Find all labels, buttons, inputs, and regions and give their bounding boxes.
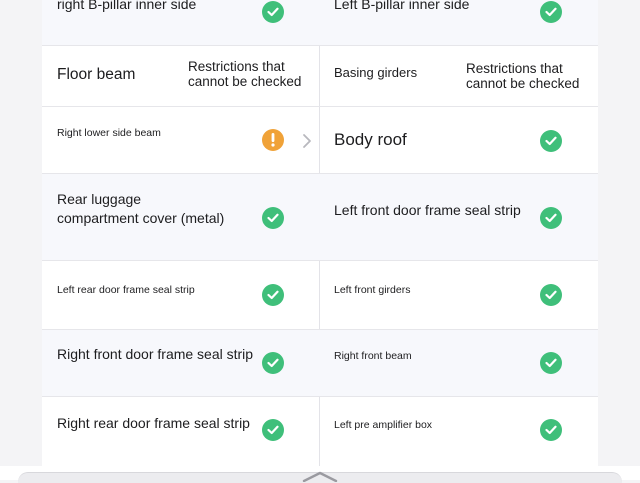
check-circle-icon	[540, 352, 562, 374]
result-item-right-lower-side-beam[interactable]: Right lower side beam	[42, 107, 319, 173]
exclamation-circle-icon	[262, 129, 284, 151]
result-row: Left rear door frame seal strip Left fro…	[42, 261, 598, 330]
collapse-handle-icon[interactable]	[300, 470, 340, 482]
item-label-line-1: Rear luggage	[57, 191, 142, 207]
result-item-floor-beam[interactable]: Floor beam Restrictions that cannot be c…	[42, 46, 319, 106]
result-item-basing-girders[interactable]: Basing girders Restrictions that cannot …	[320, 46, 598, 106]
result-item-right-rear-door-seal[interactable]: Right rear door frame seal strip	[42, 397, 319, 466]
result-item-left-rear-door-seal[interactable]: Left rear door frame seal strip	[42, 261, 319, 329]
check-circle-icon	[540, 284, 562, 306]
item-label: Right front door frame seal strip	[57, 346, 254, 362]
check-circle-icon	[262, 284, 284, 306]
item-label: Left pre amplifier box	[334, 419, 433, 431]
check-circle-icon	[262, 352, 284, 374]
inspection-results-sheet: right B-pillar inner side Left B-pillar …	[42, 0, 598, 480]
item-label: Basing girders	[334, 65, 418, 80]
result-item-body-roof[interactable]: Body roof	[320, 107, 598, 173]
result-row: right B-pillar inner side Left B-pillar …	[42, 0, 598, 46]
result-row: Right lower side beam Body roof	[42, 107, 598, 174]
check-circle-icon	[262, 1, 284, 23]
result-row: Right front door frame seal strip Right …	[42, 330, 598, 397]
result-item-left-b-pillar[interactable]: Left B-pillar inner side	[320, 0, 598, 45]
check-circle-icon	[262, 207, 284, 229]
check-circle-icon	[540, 130, 562, 152]
result-item-left-front-door-seal[interactable]: Left front door frame seal strip	[320, 174, 598, 260]
item-label: Right lower side beam	[57, 127, 161, 139]
result-row: Rear luggage compartment cover (metal) L…	[42, 174, 598, 261]
item-label: Left B-pillar inner side	[334, 0, 470, 12]
item-label: right B-pillar inner side	[57, 0, 197, 12]
item-label: Right rear door frame seal strip	[57, 415, 250, 431]
result-item-left-pre-amplifier-box[interactable]: Left pre amplifier box	[320, 397, 598, 466]
item-label: Left front door frame seal strip	[334, 202, 521, 218]
result-row: Floor beam Restrictions that cannot be c…	[42, 46, 598, 107]
restriction-note: Restrictions that cannot be checked	[188, 59, 302, 89]
item-label: Floor beam	[57, 66, 136, 83]
result-item-left-front-girders[interactable]: Left front girders	[320, 261, 598, 329]
item-label: Left rear door frame seal strip	[57, 284, 195, 296]
check-circle-icon	[540, 1, 562, 23]
chevron-right-icon[interactable]	[301, 133, 313, 149]
item-label-line-2: compartment cover (metal)	[57, 210, 225, 226]
restriction-note: Restrictions that cannot be checked	[466, 61, 580, 91]
result-item-right-front-door-seal[interactable]: Right front door frame seal strip	[42, 330, 319, 396]
check-circle-icon	[540, 419, 562, 441]
result-row: Right rear door frame seal strip Left pr…	[42, 397, 598, 466]
check-circle-icon	[262, 419, 284, 441]
result-item-rear-luggage-cover[interactable]: Rear luggage compartment cover (metal)	[42, 174, 319, 260]
item-label: Right front beam	[334, 350, 412, 362]
result-item-right-b-pillar[interactable]: right B-pillar inner side	[42, 0, 319, 45]
check-circle-icon	[540, 207, 562, 229]
item-label: Body roof	[334, 130, 407, 149]
result-item-right-front-beam[interactable]: Right front beam	[320, 330, 598, 396]
item-label: Left front girders	[334, 284, 411, 296]
